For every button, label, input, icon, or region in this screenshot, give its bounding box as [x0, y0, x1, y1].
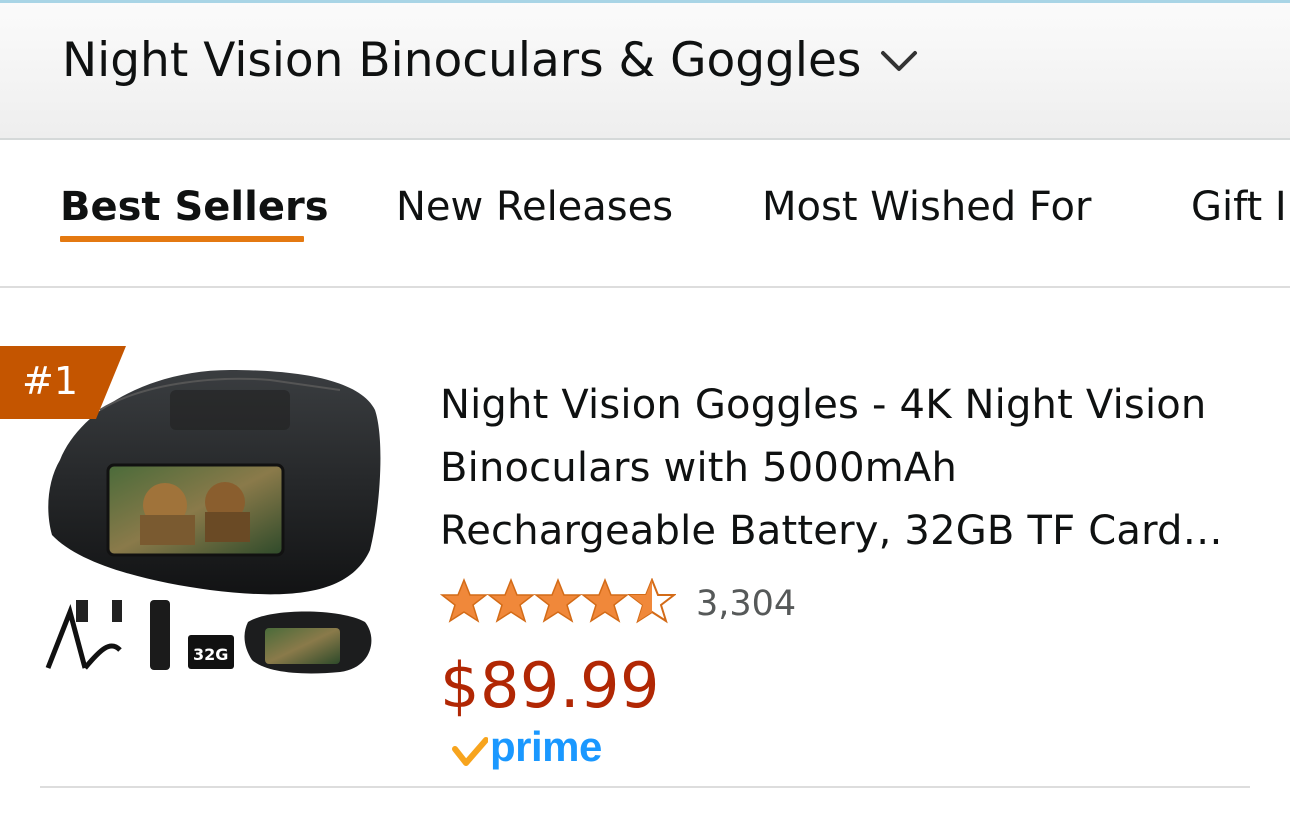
rank-label: #1 [22, 359, 79, 403]
category-header[interactable]: Night Vision Binoculars & Goggles [0, 3, 1290, 140]
star-full-icon [487, 578, 535, 623]
rating-count[interactable]: 3,304 [696, 582, 796, 626]
category-dropdown[interactable]: Night Vision Binoculars & Goggles [62, 33, 919, 89]
star-full-icon [534, 578, 582, 623]
active-tab-indicator [60, 236, 304, 242]
product-title-line-3: Rechargeable Battery, 32GB TF Card… [440, 508, 1223, 554]
tab-most-wished-for[interactable]: Most Wished For [762, 182, 1091, 232]
star-half-icon [628, 578, 676, 624]
chevron-down-icon [881, 51, 918, 71]
prime-label: prime [490, 723, 602, 770]
product-title-link[interactable]: Night Vision Goggles - 4K Night Vision B… [440, 374, 1240, 563]
tab-best-sellers[interactable]: Best Sellers [60, 182, 329, 232]
tab-new-releases[interactable]: New Releases [396, 182, 673, 232]
tab-gift-ideas[interactable]: Gift I [1191, 182, 1287, 232]
product-title-line-2: Binoculars with 5000mAh [440, 445, 958, 491]
item-divider [40, 786, 1250, 788]
prime-check-icon [452, 737, 488, 766]
product-title-line-1: Night Vision Goggles - 4K Night Vision [440, 382, 1207, 428]
star-full-icon [440, 578, 488, 623]
list-tabs: Best Sellers New Releases Most Wished Fo… [0, 140, 1290, 288]
prime-badge: prime [452, 722, 602, 772]
star-rating[interactable] [440, 578, 676, 624]
product-price: $89.99 [440, 649, 660, 722]
svg-text:32G: 32G [193, 645, 228, 664]
star-full-icon [581, 578, 629, 623]
category-title: Night Vision Binoculars & Goggles [62, 33, 862, 88]
